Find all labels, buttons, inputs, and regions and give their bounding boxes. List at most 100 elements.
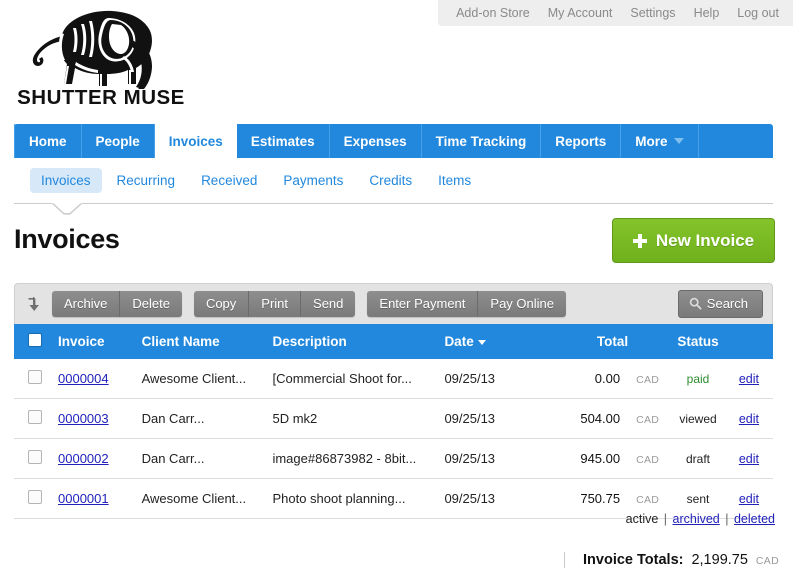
cell-invoice-number: 0000002 — [50, 438, 134, 479]
invoice-number-link[interactable]: 0000001 — [58, 491, 109, 506]
plus-icon — [632, 233, 647, 248]
subnav-item-recurring[interactable]: Recurring — [106, 168, 187, 193]
row-checkbox[interactable] — [28, 370, 42, 384]
cell-description: 5D mk2 — [264, 398, 437, 439]
send-button[interactable]: Send — [301, 291, 356, 317]
cell-total-amount: 750.75 — [580, 491, 621, 506]
column-header-client-name[interactable]: Client Name — [133, 324, 265, 359]
edit-link[interactable]: edit — [739, 412, 759, 426]
row-checkbox[interactable] — [28, 410, 42, 424]
nav-item-time-tracking[interactable]: Time Tracking — [422, 124, 542, 158]
search-button[interactable]: Search — [677, 290, 763, 318]
cell-actions: edit — [728, 359, 773, 399]
row-select-cell — [14, 359, 50, 399]
select-all-checkbox[interactable] — [28, 333, 42, 347]
toolbar-group-archive-delete: Archive Delete — [52, 291, 182, 317]
cell-invoice-number: 0000003 — [50, 398, 134, 439]
edit-link[interactable]: edit — [739, 452, 759, 466]
cell-total-amount: 945.00 — [580, 451, 621, 466]
state-filter: active | archived | deleted — [626, 512, 775, 526]
cell-total: 750.75 — [536, 478, 629, 519]
edit-link[interactable]: edit — [739, 492, 759, 506]
toolbar-group-payment: Enter Payment Pay Online — [367, 291, 566, 317]
edit-link[interactable]: edit — [739, 372, 759, 386]
subnav-item-items[interactable]: Items — [427, 168, 482, 193]
subnav-item-received[interactable]: Received — [190, 168, 268, 193]
column-header-invoice[interactable]: Invoice — [50, 324, 134, 359]
row-select-cell — [14, 398, 50, 439]
cell-status: paid — [667, 359, 729, 399]
currency-label: CAD — [636, 374, 660, 386]
nav-item-expenses[interactable]: Expenses — [330, 124, 422, 158]
archive-button[interactable]: Archive — [52, 291, 121, 317]
column-header-description[interactable]: Description — [264, 324, 437, 359]
column-header-date[interactable]: Date — [436, 324, 537, 359]
row-checkbox[interactable] — [28, 450, 42, 464]
enter-payment-button[interactable]: Enter Payment — [367, 291, 479, 317]
cell-currency: CAD — [628, 398, 668, 439]
subnav-item-credits[interactable]: Credits — [358, 168, 423, 193]
invoice-totals-label: Invoice Totals: — [583, 552, 684, 568]
sub-navigation: Invoices Recurring Received Payments Cre… — [14, 158, 773, 204]
cell-total: 945.00 — [536, 438, 629, 479]
invoice-number-link[interactable]: 0000004 — [58, 371, 109, 386]
cell-total-amount: 0.00 — [594, 371, 621, 386]
cell-date: 09/25/13 — [436, 478, 537, 519]
invoice-number-link[interactable]: 0000002 — [58, 451, 109, 466]
utility-bar: Add-on Store My Account Settings Help Lo… — [438, 0, 793, 26]
column-header-currency-spacer — [628, 324, 668, 359]
delete-button[interactable]: Delete — [120, 291, 182, 317]
row-checkbox[interactable] — [28, 490, 42, 504]
topbar-link-help[interactable]: Help — [694, 6, 720, 20]
cell-date: 09/25/13 — [436, 398, 537, 439]
column-header-actions — [728, 324, 773, 359]
new-invoice-button[interactable]: New Invoice — [612, 218, 775, 263]
column-header-date-label: Date — [444, 334, 474, 349]
cell-date: 09/25/13 — [436, 438, 537, 479]
brand-logo[interactable]: SHUTTER MUSE — [12, 4, 190, 112]
status-badge: viewed — [679, 412, 717, 426]
column-header-status[interactable]: Status — [667, 324, 729, 359]
new-invoice-button-label: New Invoice — [655, 230, 755, 250]
main-navigation: Home People Invoices Estimates Expenses … — [14, 124, 773, 158]
pay-online-button[interactable]: Pay Online — [478, 291, 566, 317]
copy-button[interactable]: Copy — [193, 291, 250, 317]
currency-label: CAD — [636, 494, 660, 506]
topbar-link-addon-store[interactable]: Add-on Store — [456, 6, 530, 20]
topbar-link-settings[interactable]: Settings — [630, 6, 675, 20]
cell-invoice-number: 0000004 — [50, 359, 134, 399]
cell-client-name: Awesome Client... — [133, 478, 265, 519]
subnav-item-payments[interactable]: Payments — [272, 168, 354, 193]
nav-item-estimates[interactable]: Estimates — [237, 124, 330, 158]
cell-description: [Commercial Shoot for... — [264, 359, 437, 399]
subnav-item-invoices[interactable]: Invoices — [30, 168, 102, 193]
cell-total: 504.00 — [536, 398, 629, 439]
table-row[interactable]: 0000004 Awesome Client... [Commercial Sh… — [14, 359, 773, 399]
invoice-number-link[interactable]: 0000003 — [58, 411, 109, 426]
cell-actions: edit — [728, 398, 773, 439]
state-filter-archived[interactable]: archived — [673, 512, 720, 526]
table-row[interactable]: 0000003 Dan Carr... 5D mk2 09/25/13 504.… — [14, 398, 773, 439]
state-filter-active: active — [625, 512, 659, 526]
topbar-link-log-out[interactable]: Log out — [737, 6, 779, 20]
nav-item-home[interactable]: Home — [14, 124, 82, 158]
page-title: Invoices — [14, 224, 120, 254]
currency-label: CAD — [636, 454, 660, 466]
print-button[interactable]: Print — [249, 291, 302, 317]
nav-item-invoices[interactable]: Invoices — [154, 124, 237, 158]
nav-item-more-label: More — [635, 133, 668, 149]
invoice-totals: Invoice Totals: 2,199.75 CAD — [564, 552, 779, 568]
topbar-link-my-account[interactable]: My Account — [548, 6, 613, 20]
nav-item-more[interactable]: More — [621, 124, 700, 158]
cell-client-name: Dan Carr... — [133, 398, 265, 439]
table-row[interactable]: 0000002 Dan Carr... image#86873982 - 8bi… — [14, 438, 773, 479]
nav-item-people[interactable]: People — [82, 124, 155, 158]
row-select-cell — [14, 438, 50, 479]
column-header-total[interactable]: Total — [536, 324, 629, 359]
cell-total-amount: 504.00 — [580, 411, 621, 426]
nav-item-reports[interactable]: Reports — [541, 124, 622, 158]
invoice-table-head: Invoice Client Name Description Date Tot… — [14, 324, 773, 359]
state-filter-deleted[interactable]: deleted — [734, 512, 775, 526]
download-arrow-icon[interactable] — [24, 293, 46, 315]
select-all-header — [14, 324, 50, 359]
